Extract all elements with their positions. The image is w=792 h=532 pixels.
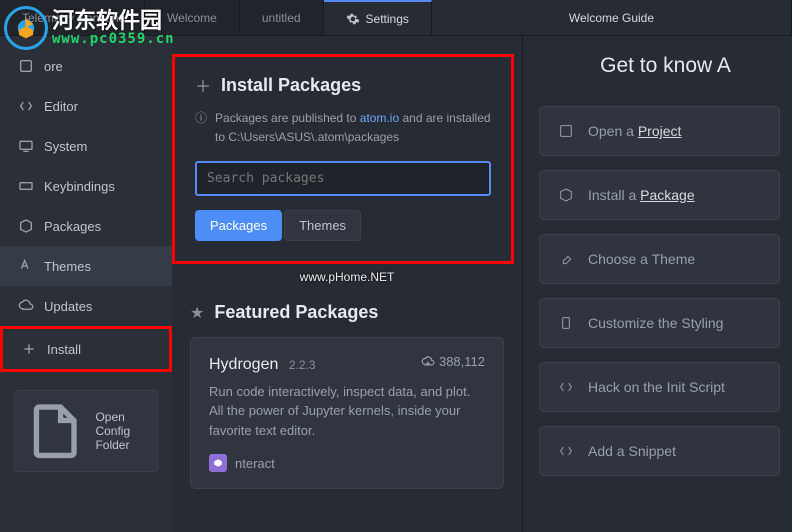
editor-icon (18, 98, 34, 114)
code-icon (558, 379, 574, 395)
gear-icon (346, 12, 360, 26)
search-packages-input[interactable] (195, 161, 491, 196)
project-icon (558, 123, 574, 139)
system-icon (18, 138, 34, 154)
watermark-text-cn: 河东软件园 (52, 9, 175, 32)
package-downloads: 388,112 (421, 354, 485, 369)
tab-settings[interactable]: Settings (324, 0, 432, 35)
sidebar-item-system[interactable]: System (0, 126, 172, 166)
sidebar-label-install: Install (47, 342, 81, 357)
plus-icon: ＋ (195, 73, 211, 97)
filter-themes-button[interactable]: Themes (284, 210, 361, 241)
tab-settings-label: Settings (366, 12, 409, 26)
themes-icon (18, 258, 34, 274)
sidebar-item-themes[interactable]: Themes (0, 246, 172, 286)
sidebar-item-editor[interactable]: Editor (0, 86, 172, 126)
install-panel: ＋ Install Packages ⓘ Packages are publis… (172, 36, 522, 532)
sidebar-label-keybindings: Keybindings (44, 179, 115, 194)
core-icon (18, 58, 34, 74)
question-icon: ⓘ (195, 109, 207, 147)
sidebar-label-core: ore (44, 59, 63, 74)
sidebar-label-updates: Updates (44, 299, 92, 314)
download-icon (421, 355, 435, 369)
sidebar-label-themes: Themes (44, 259, 91, 274)
watermark-logo-icon (4, 6, 48, 50)
open-config-label: Open Config Folder (95, 410, 149, 452)
package-author: nteract (235, 456, 275, 471)
install-info-text: ⓘ Packages are published to atom.io and … (195, 109, 491, 147)
sidebar-item-keybindings[interactable]: Keybindings (0, 166, 172, 206)
featured-packages-title: Featured Packages (214, 302, 378, 323)
package-icon (558, 187, 574, 203)
sidebar-item-install[interactable]: Install (0, 326, 172, 372)
keyboard-icon (18, 178, 34, 194)
open-config-folder-button[interactable]: Open Config Folder (14, 390, 158, 472)
package-version: 2.2.3 (289, 358, 316, 372)
guide-init-script[interactable]: Hack on the Init Script (539, 362, 780, 412)
guide-add-snippet[interactable]: Add a Snippet (539, 426, 780, 476)
package-icon (18, 218, 34, 234)
install-packages-title: Install Packages (221, 75, 361, 96)
guide-title: Get to know A (539, 54, 792, 78)
guide-customize-styling[interactable]: Customize the Styling (539, 298, 780, 348)
updates-icon (18, 298, 34, 314)
guide-install-package[interactable]: Install a Package (539, 170, 780, 220)
sidebar-label-system: System (44, 139, 87, 154)
settings-sidebar: ore Editor System Keybindings Packages T… (0, 36, 172, 532)
welcome-guide-panel: Get to know A Open a Project Install a P… (522, 36, 792, 532)
package-description: Run code interactively, inspect data, an… (209, 382, 485, 441)
watermark-center: www.pHome.NET (172, 270, 522, 284)
sidebar-item-core[interactable]: ore (0, 46, 172, 86)
watermark-text-url: www.pc0359.cn (52, 32, 175, 47)
tab-untitled[interactable]: untitled (240, 0, 324, 35)
snippet-icon (558, 443, 574, 459)
atom-io-link[interactable]: atom.io (360, 111, 399, 125)
watermark-logo: 河东软件园 www.pc0359.cn (4, 6, 175, 50)
sidebar-item-updates[interactable]: Updates (0, 286, 172, 326)
filter-packages-button[interactable]: Packages (195, 210, 282, 241)
paint-icon (558, 251, 574, 267)
plus-icon (21, 341, 37, 357)
package-card-hydrogen[interactable]: Hydrogen 2.2.3 388,112 Run code interact… (190, 337, 504, 489)
tab-welcome-guide[interactable]: Welcome Guide (432, 0, 792, 35)
file-icon (23, 399, 87, 463)
package-name: Hydrogen (209, 356, 278, 373)
star-icon: ★ (190, 303, 204, 323)
styling-icon (558, 315, 574, 331)
author-avatar (209, 454, 227, 472)
guide-open-project[interactable]: Open a Project (539, 106, 780, 156)
install-packages-section: ＋ Install Packages ⓘ Packages are publis… (172, 54, 514, 264)
sidebar-item-packages[interactable]: Packages (0, 206, 172, 246)
sidebar-label-packages: Packages (44, 219, 101, 234)
sidebar-label-editor: Editor (44, 99, 78, 114)
guide-choose-theme[interactable]: Choose a Theme (539, 234, 780, 284)
